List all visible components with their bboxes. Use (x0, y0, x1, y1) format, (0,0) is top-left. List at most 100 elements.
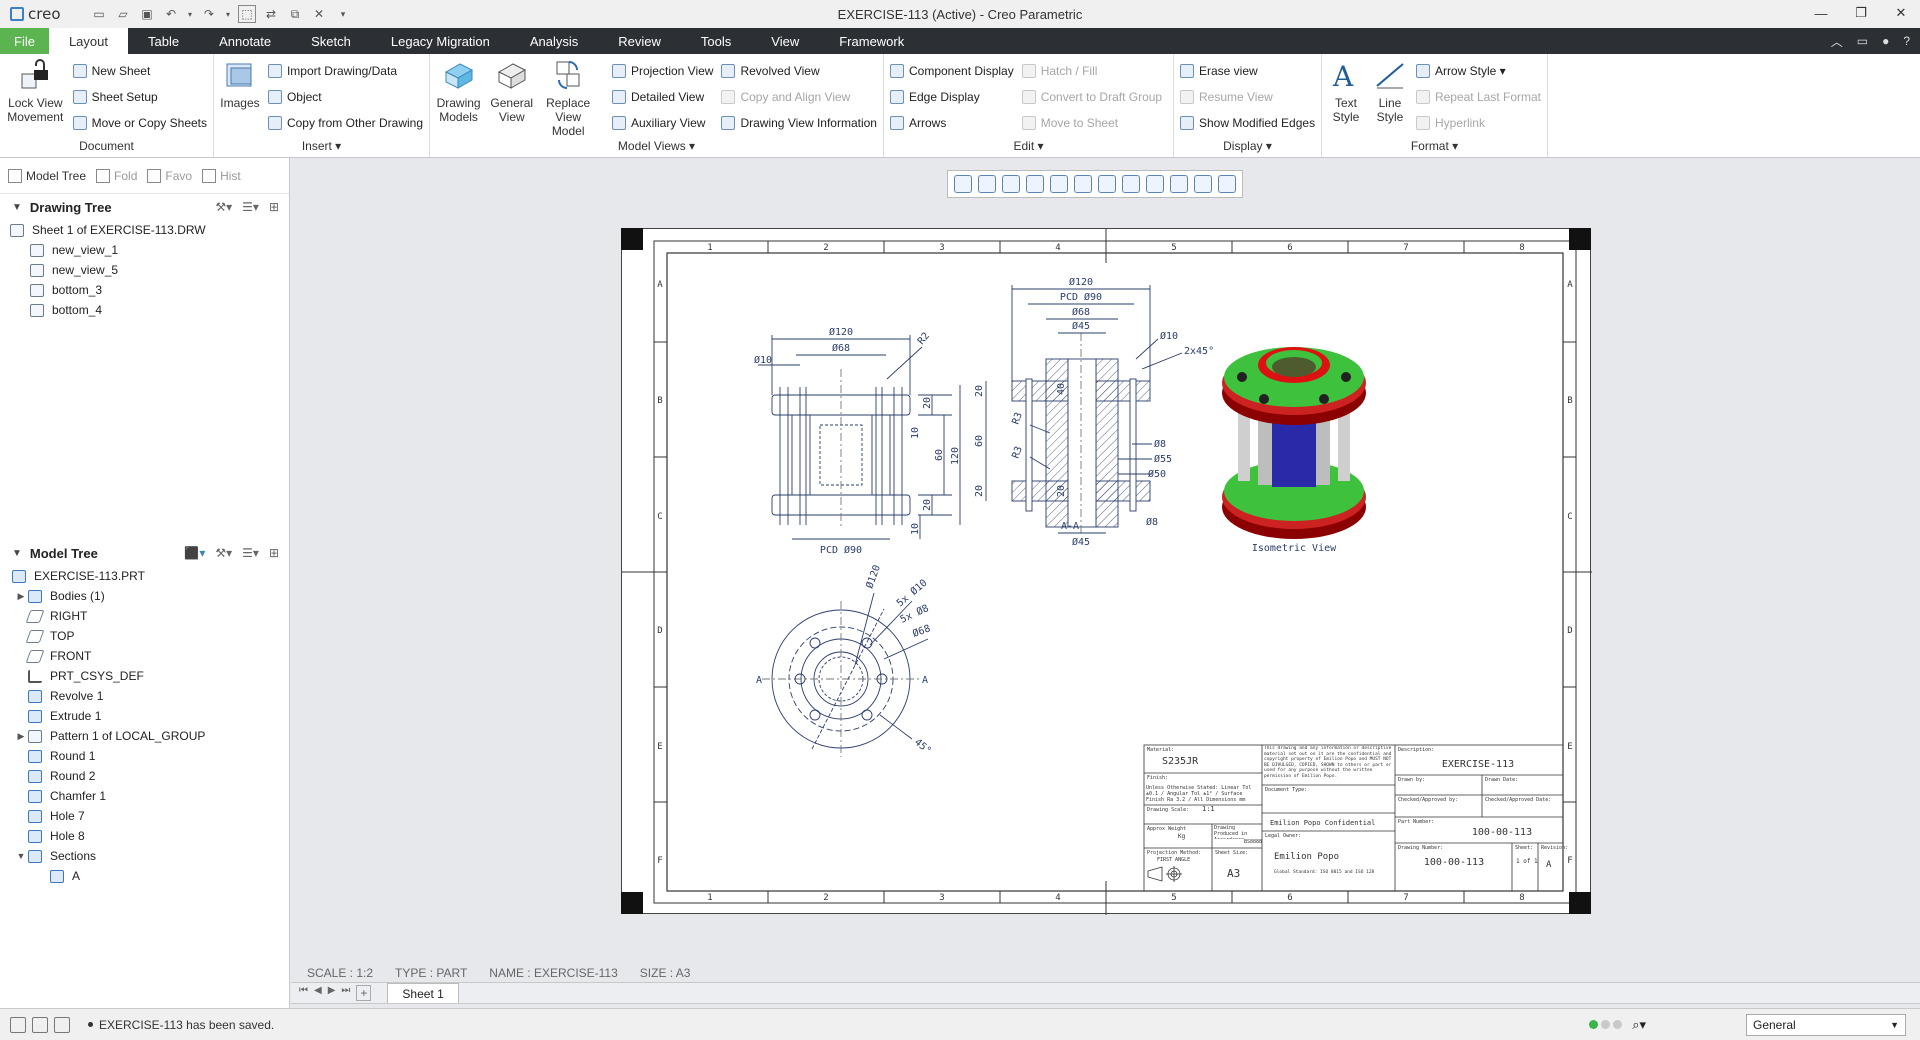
undo-icon[interactable]: ↶ (162, 5, 180, 23)
customize-qat-icon[interactable]: ▾ (334, 5, 352, 23)
tree-item-feature[interactable]: Extrude 1 (0, 706, 289, 726)
selection-filter-dropdown[interactable]: General ▼ (1746, 1013, 1906, 1036)
select-box-icon[interactable]: ⬚ (238, 5, 256, 23)
auxiliary-view-button[interactable]: Auxiliary View (611, 114, 714, 132)
tab-framework[interactable]: Framework (819, 28, 924, 54)
new-sheet-button[interactable]: New Sheet (72, 62, 207, 80)
drawing-sheet[interactable]: 1 2 3 4 5 6 7 8 1 2 3 4 5 6 7 8 A B C D … (621, 228, 1592, 915)
navtab-favorites[interactable]: Favo (147, 168, 192, 183)
help-icon[interactable]: ? (1903, 34, 1910, 48)
tree-settings-icon[interactable]: ⚒▾ (215, 546, 232, 560)
close-window-icon[interactable]: ✕ (310, 5, 328, 23)
datum-display-icon[interactable] (1122, 175, 1140, 193)
group-label-insert[interactable]: Insert ▾ (214, 139, 429, 153)
tree-columns-icon[interactable]: ☰▾ (242, 200, 259, 214)
find-icon[interactable]: ⌕▾ (1632, 1017, 1646, 1033)
tree-item-view[interactable]: bottom_4 (0, 300, 289, 320)
tree-item-feature[interactable]: Revolve 1 (0, 686, 289, 706)
hatch-fill-button[interactable]: Hatch / Fill (1021, 62, 1162, 80)
tab-legacy-migration[interactable]: Legacy Migration (371, 28, 510, 54)
isometric-view[interactable] (1222, 347, 1366, 539)
tree-item-sheet[interactable]: Sheet 1 of EXERCISE-113.DRW (0, 220, 289, 240)
general-view-button[interactable]: General View (489, 58, 534, 138)
navtab-folder-browser[interactable]: Fold (96, 168, 137, 183)
replace-view-model-button[interactable]: Replace View Model (542, 58, 594, 138)
tree-filter-icon[interactable]: ⊞ (269, 546, 279, 560)
csys-display-icon[interactable] (1218, 175, 1236, 193)
sheet-tab[interactable]: Sheet 1 (387, 983, 459, 1003)
revolved-view-button[interactable]: Revolved View (721, 62, 877, 80)
next-sheet-icon[interactable]: ▶ (328, 985, 336, 1001)
annotation-display-icon[interactable] (1146, 175, 1164, 193)
tree-item-datum-plane[interactable]: TOP (0, 626, 289, 646)
collapse-caret-icon[interactable]: ▼ (12, 548, 22, 559)
new-file-icon[interactable]: ▭ (90, 5, 108, 23)
component-display-button[interactable]: Component Display (890, 62, 1014, 80)
tree-settings-icon[interactable]: ⚒▾ (215, 200, 232, 214)
browser-icon[interactable] (32, 1016, 48, 1033)
line-style-button[interactable]: Line Style (1372, 58, 1408, 132)
point-display-icon[interactable] (1194, 175, 1212, 193)
images-button[interactable]: Images (220, 58, 260, 132)
plane-display-icon[interactable] (1170, 175, 1188, 193)
tree-item-part[interactable]: EXERCISE-113.PRT (0, 566, 289, 586)
drawing-models-button[interactable]: Drawing Models (436, 58, 481, 138)
tree-item-feature[interactable]: Hole 8 (0, 826, 289, 846)
copy-other-drawing-button[interactable]: Copy from Other Drawing (267, 114, 423, 132)
grid-icon[interactable] (10, 1016, 26, 1033)
convert-draft-group-button[interactable]: Convert to Draft Group (1021, 88, 1162, 106)
tab-analysis[interactable]: Analysis (510, 28, 598, 54)
group-label-format[interactable]: Format ▾ (1322, 139, 1547, 153)
tree-columns-icon[interactable]: ☰▾ (242, 546, 259, 560)
navtab-history[interactable]: Hist (202, 168, 241, 183)
model-tree-header[interactable]: ▼ Model Tree ⬛▾ ⚒▾ ☰▾ ⊞ (0, 540, 289, 566)
tree-item-section[interactable]: A (0, 866, 289, 886)
tree-item-feature[interactable]: Round 1 (0, 746, 289, 766)
tree-item-bodies[interactable]: ▶ Bodies (1) (0, 586, 289, 606)
sheet-setup-button[interactable]: Sheet Setup (72, 88, 207, 106)
tree-item-feature[interactable]: Chamfer 1 (0, 786, 289, 806)
redo-dropdown-icon[interactable]: ▾ (224, 5, 232, 23)
object-button[interactable]: Object (267, 88, 423, 106)
drawing-view-info-button[interactable]: Drawing View Information (721, 114, 877, 132)
repaint-icon[interactable] (1026, 175, 1044, 193)
erase-view-button[interactable]: Erase view (1180, 62, 1315, 80)
tree-item-view[interactable]: bottom_3 (0, 280, 289, 300)
model-display-icon[interactable]: ⬛▾ (184, 546, 205, 560)
arrows-button[interactable]: Arrows (890, 114, 1014, 132)
arrow-style-button[interactable]: Arrow Style ▾ (1415, 62, 1541, 80)
tree-item-csys[interactable]: PRT_CSYS_DEF (0, 666, 289, 686)
tab-file[interactable]: File (0, 28, 49, 54)
tree-item-pattern[interactable]: ▶ Pattern 1 of LOCAL_GROUP (0, 726, 289, 746)
tree-item-feature[interactable]: Hole 7 (0, 806, 289, 826)
detailed-view-button[interactable]: Detailed View (611, 88, 714, 106)
navtab-model-tree[interactable]: Model Tree (8, 168, 86, 183)
zoom-out-icon[interactable] (1002, 175, 1020, 193)
graphics-area[interactable]: 1 2 3 4 5 6 7 8 1 2 3 4 5 6 7 8 A B C D … (291, 158, 1920, 980)
tree-filter-icon[interactable]: ⊞ (269, 200, 279, 214)
tree-item-view[interactable]: new_view_5 (0, 260, 289, 280)
close-icon[interactable]: ✕ (1890, 2, 1912, 24)
tree-item-view[interactable]: new_view_1 (0, 240, 289, 260)
tree-item-datum-plane[interactable]: FRONT (0, 646, 289, 666)
collapse-caret-icon[interactable]: ▼ (12, 202, 22, 213)
expand-arrow-icon[interactable]: ▶ (14, 591, 28, 602)
tab-view[interactable]: View (751, 28, 819, 54)
last-sheet-icon[interactable]: ⏭ (341, 985, 350, 1001)
first-sheet-icon[interactable]: ⏮ (299, 985, 308, 1001)
group-label-display[interactable]: Display ▾ (1174, 139, 1321, 153)
move-to-sheet-button[interactable]: Move to Sheet (1021, 114, 1162, 132)
fullscreen-icon[interactable] (54, 1016, 70, 1033)
minimize-icon[interactable]: — (1810, 2, 1832, 24)
save-icon[interactable]: ▣ (138, 5, 156, 23)
group-label-model-views[interactable]: Model Views ▾ (430, 139, 883, 153)
add-sheet-icon[interactable]: + (356, 985, 372, 1001)
show-modified-edges-button[interactable]: Show Modified Edges (1180, 114, 1315, 132)
lock-view-movement-button[interactable]: Lock View Movement (6, 58, 65, 132)
tab-tools[interactable]: Tools (681, 28, 751, 54)
tab-annotate[interactable]: Annotate (199, 28, 291, 54)
redo-icon[interactable]: ↷ (200, 5, 218, 23)
collapse-ribbon-icon[interactable]: ︿ (1831, 33, 1843, 50)
zoom-in-icon[interactable] (978, 175, 996, 193)
refit-icon[interactable] (954, 175, 972, 193)
